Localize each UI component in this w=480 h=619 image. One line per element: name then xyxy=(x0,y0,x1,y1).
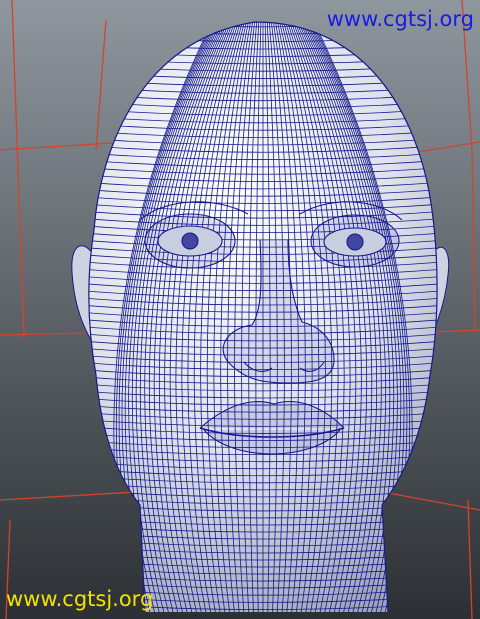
viewport-scene[interactable] xyxy=(0,0,480,619)
watermark-top: www.cgtsj.org xyxy=(326,7,474,31)
right-iris xyxy=(346,233,364,251)
3d-viewport[interactable]: www.cgtsj.org www.cgtsj.org xyxy=(0,0,480,619)
watermark-bottom: www.cgtsj.org xyxy=(6,587,154,611)
left-iris xyxy=(181,232,199,250)
